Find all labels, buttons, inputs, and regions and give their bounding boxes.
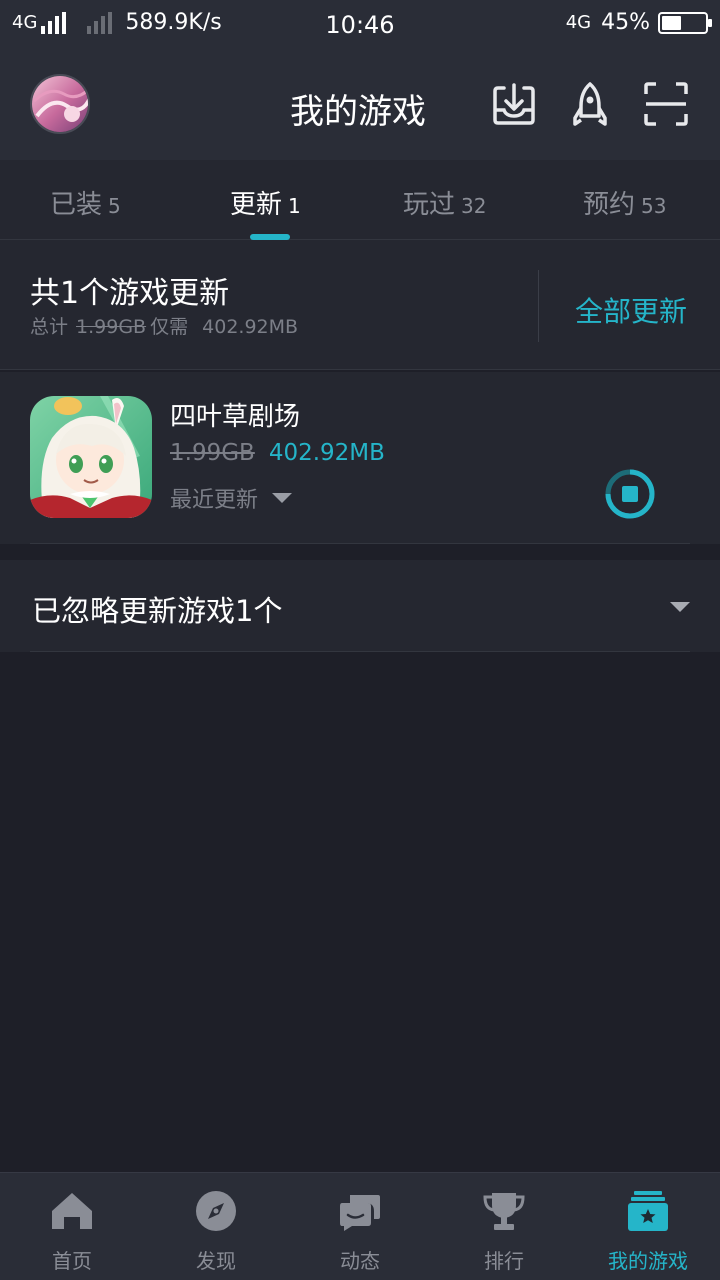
- rocket-icon[interactable]: [566, 80, 614, 128]
- only-needs-label: 仅需: [150, 316, 189, 338]
- original-total-size: 1.99GB: [76, 316, 147, 338]
- update-summary: 共1个游戏更新 总计 1.99GB 仅需 402.92MB 全部更新: [0, 240, 720, 370]
- bottom-navigation: 首页 发现 动态 排行 我的游戏: [0, 1172, 720, 1280]
- update-all-button[interactable]: 全部更新: [575, 290, 687, 330]
- tab-reserved[interactable]: 预约 53: [583, 184, 666, 221]
- tab-played[interactable]: 玩过 32: [403, 184, 486, 221]
- status-right: 4G 45%: [565, 10, 712, 35]
- nav-item-discover[interactable]: 发现: [144, 1173, 288, 1280]
- scan-icon[interactable]: [642, 80, 690, 128]
- battery-icon: [658, 11, 712, 34]
- nav-item-home[interactable]: 首页: [0, 1173, 144, 1280]
- game-name: 四叶草剧场: [170, 402, 301, 432]
- stop-icon: [622, 486, 638, 502]
- chevron-down-icon: [272, 493, 293, 503]
- game-icon[interactable]: [30, 396, 152, 518]
- status-bar: 4G 589.9K/s 10:46 4G 45%: [0, 0, 720, 50]
- tab-label: 预约: [583, 190, 636, 220]
- tab-count: 53: [641, 194, 667, 218]
- nav-item-feed[interactable]: 动态: [288, 1173, 432, 1280]
- battery-percent: 45%: [601, 10, 650, 35]
- game-icon-art: [30, 396, 152, 518]
- game-update-size-value: 402.92MB: [268, 440, 385, 466]
- app-header: 我的游戏: [0, 50, 720, 160]
- chat-icon: [340, 1195, 380, 1231]
- tab-label: 已装: [50, 190, 103, 220]
- nav-item-my-games[interactable]: 我的游戏: [576, 1173, 720, 1280]
- nav-label: 发现: [196, 1249, 236, 1273]
- game-update-size: 1.99GB 402.92MB: [170, 440, 385, 466]
- tab-installed[interactable]: 已装 5: [50, 184, 121, 221]
- page-title: 我的游戏: [290, 92, 426, 132]
- home-icon: [52, 1193, 92, 1229]
- download-manager-icon[interactable]: [490, 80, 538, 128]
- divider: [538, 270, 539, 342]
- nav-item-ranking[interactable]: 排行: [432, 1173, 576, 1280]
- chevron-down-icon: [670, 602, 690, 612]
- update-count-heading: 共1个游戏更新: [30, 276, 230, 311]
- avatar-image: [32, 76, 88, 132]
- trophy-icon: [483, 1193, 525, 1230]
- list-item[interactable]: 四叶草剧场 1.99GB 402.92MB 最近更新: [0, 372, 720, 544]
- stop-download-button[interactable]: [602, 466, 658, 522]
- ignored-updates-label: 已忽略更新游戏1个: [32, 594, 283, 628]
- game-box-icon: [628, 1191, 668, 1231]
- game-original-size: 1.99GB: [170, 440, 255, 466]
- divider: [30, 543, 690, 544]
- battery-level-fill: [662, 15, 681, 30]
- total-label: 总计: [30, 316, 69, 338]
- tab-label: 玩过: [403, 190, 456, 220]
- required-size: 402.92MB: [202, 316, 299, 338]
- recent-update-label: 最近更新: [170, 488, 259, 513]
- recent-update-toggle[interactable]: 最近更新: [170, 482, 293, 514]
- nav-label: 首页: [52, 1249, 92, 1273]
- nav-label: 排行: [484, 1249, 524, 1273]
- nav-label: 我的游戏: [608, 1249, 688, 1273]
- avatar[interactable]: [30, 74, 90, 134]
- tab-count: 1: [288, 194, 301, 218]
- tab-count: 5: [108, 194, 121, 218]
- divider: [30, 651, 690, 652]
- tab-updates[interactable]: 更新 1: [230, 184, 301, 221]
- update-size-summary: 总计 1.99GB 仅需 402.92MB: [30, 312, 298, 339]
- tab-bar: 已装 5 更新 1 玩过 32 预约 53: [0, 160, 720, 240]
- tab-count: 32: [461, 194, 487, 218]
- ignored-updates-section[interactable]: 已忽略更新游戏1个: [0, 560, 720, 652]
- tab-label: 更新: [230, 190, 283, 220]
- compass-icon: [196, 1191, 236, 1231]
- nav-label: 动态: [340, 1249, 380, 1273]
- network-type-right: 4G: [565, 12, 592, 33]
